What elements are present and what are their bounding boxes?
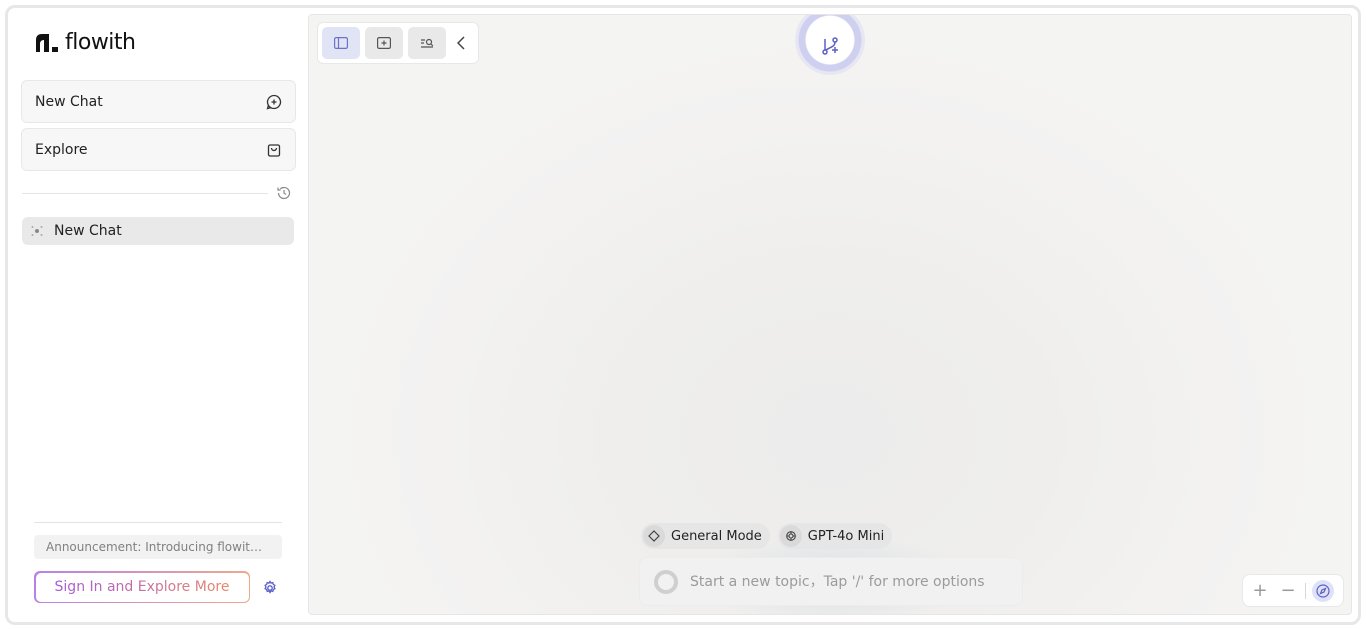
search-list-icon: [421, 38, 434, 48]
zoom-separator: [1305, 582, 1306, 599]
openai-icon: [779, 525, 802, 547]
toggle-sidebar-button[interactable]: [322, 27, 360, 59]
mode-chip[interactable]: General Mode: [641, 523, 770, 549]
model-chip-label: GPT-4o Mini: [807, 528, 885, 544]
mode-chip-label: General Mode: [671, 528, 762, 544]
history-icon[interactable]: [276, 185, 292, 201]
mode-selector-row: General Mode GPT-4o Mini: [641, 523, 893, 549]
sign-in-button-inner: Sign In and Explore More: [35, 572, 249, 602]
history-item[interactable]: New Chat: [22, 217, 294, 245]
search-canvas-button[interactable]: [408, 27, 446, 59]
new-chat-button[interactable]: New Chat: [21, 80, 296, 123]
zoom-out-button[interactable]: −: [1277, 580, 1299, 602]
new-chat-icon: [266, 94, 282, 109]
branch-button[interactable]: [795, 15, 865, 75]
shopping-bag-icon: [267, 143, 281, 157]
sign-in-button[interactable]: Sign In and Explore More: [34, 571, 250, 603]
new-canvas-button[interactable]: [365, 27, 403, 59]
collapse-button[interactable]: [451, 27, 471, 59]
history-item-label: New Chat: [54, 223, 122, 239]
loading-spinner-icon: [654, 569, 678, 594]
flowith-logo-icon: [36, 33, 58, 52]
add-frame-icon: [377, 37, 391, 49]
zoom-in-button[interactable]: +: [1249, 580, 1271, 602]
sidebar-panel-icon: [334, 37, 348, 49]
explore-label: Explore: [35, 141, 88, 158]
new-chat-label: New Chat: [35, 93, 103, 110]
divider-line: [22, 192, 268, 194]
gear-icon[interactable]: [262, 580, 278, 596]
sign-in-label: Sign In and Explore More: [54, 579, 230, 595]
logo[interactable]: flowith: [34, 30, 136, 55]
canvas-toolbar: [317, 22, 479, 64]
sparkle-icon: [31, 226, 43, 236]
footer-divider: [34, 522, 282, 523]
history-divider: [22, 185, 292, 201]
announcement-banner[interactable]: Announcement: Introducing flowith Agent …: [34, 535, 282, 559]
sidebar: flowith New Chat Explore New Chat Announ…: [8, 8, 306, 620]
chevron-left-icon: [457, 36, 465, 50]
diamond-icon: [643, 525, 665, 547]
explore-button[interactable]: Explore: [21, 128, 296, 171]
announcement-text: Announcement: Introducing flowith Agent …: [46, 540, 268, 554]
zoom-controls: + −: [1242, 574, 1344, 607]
model-chip[interactable]: GPT-4o Mini: [777, 523, 893, 549]
git-branch-icon: [822, 37, 838, 55]
canvas[interactable]: General Mode GPT-4o Mini + −: [308, 14, 1352, 615]
prompt-input[interactable]: [690, 573, 1010, 590]
compass-icon[interactable]: [1312, 579, 1334, 602]
prompt-box: [639, 557, 1023, 606]
logo-text: flowith: [65, 30, 136, 55]
